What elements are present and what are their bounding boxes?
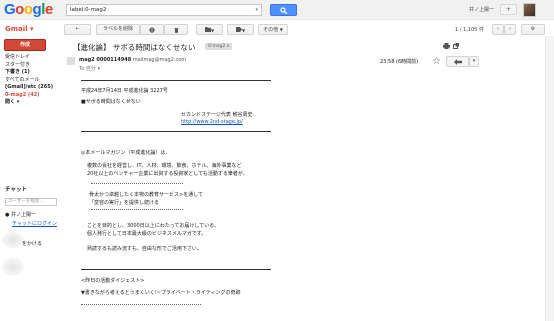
- divider: [81, 80, 271, 81]
- chevron-down-icon: ▼: [210, 28, 215, 33]
- label-chip[interactable]: 0-mag2 x: [205, 43, 233, 50]
- sender-name: mag2 0000114948: [79, 57, 132, 63]
- spam-icon: [149, 26, 155, 33]
- dotted-divider: [91, 183, 183, 184]
- avatar[interactable]: [523, 3, 536, 17]
- gmail-label: Gmail: [5, 25, 28, 33]
- logo-letter: G: [4, 1, 16, 18]
- move-to-button[interactable]: ▼: [196, 24, 223, 35]
- sender-avatar: [67, 57, 75, 65]
- google-logo[interactable]: Google: [4, 1, 53, 18]
- search-value: label:0-mag2: [70, 7, 107, 13]
- reply-button[interactable]: [446, 56, 469, 67]
- sidebar-item-all-mail[interactable]: すべてのメール: [5, 77, 65, 85]
- message-time: 23:58 (6時間前): [380, 59, 419, 65]
- sidebar-item-0-mag2[interactable]: 0-mag2 (42): [5, 92, 65, 100]
- sidebar-item-drafts[interactable]: 下書き (1): [5, 69, 65, 77]
- search-button[interactable]: [270, 4, 297, 16]
- more-label: その他: [263, 27, 279, 33]
- star-icon[interactable]: [433, 57, 440, 64]
- chevron-down-icon: ▼: [241, 28, 246, 33]
- chevron-down-icon: ▾: [30, 25, 34, 33]
- chat-user-status[interactable]: ● 井ノ上陽一: [5, 211, 36, 218]
- print-icon[interactable]: [443, 43, 450, 49]
- chat-contact-avatar[interactable]: [2, 232, 24, 248]
- prev-page-button[interactable]: ‹: [492, 24, 504, 35]
- next-page-button[interactable]: ›: [504, 24, 516, 35]
- gmail-menu[interactable]: Gmail ▾: [5, 25, 34, 33]
- sidebar-item-gmail-etc[interactable]: [Gmail]/etc (265): [5, 84, 65, 92]
- divider: [81, 269, 271, 270]
- body-line: ◎本メールマガジン（平成進化論）は、: [81, 150, 171, 156]
- settings-button[interactable]: ⚙: [521, 24, 545, 35]
- body-line: ■サボる時間はなくせない: [81, 99, 141, 105]
- logo-letter: g: [32, 1, 42, 18]
- remove-label-button[interactable]: ラベルを削除: [96, 24, 140, 35]
- sender-line[interactable]: mag2 0000114948 mailmag@mag2.com: [79, 57, 186, 63]
- share-plus-button[interactable]: +: [500, 4, 517, 15]
- trash-icon: [174, 27, 178, 33]
- search-icon: [280, 7, 288, 14]
- recipient-details[interactable]: To 自分 ▾: [79, 65, 100, 72]
- action-toolbar: Gmail ▾ ← ラベルを削除 ▼ ▼ その他 ▼ 1 / 1,105 件 ‹…: [0, 20, 554, 36]
- chat-search-input[interactable]: ユーザーを検索...: [5, 198, 57, 206]
- message-more-button[interactable]: ▾: [469, 56, 479, 67]
- message-view: 【進化論】 サボる時間はなくせない 0-mag2 x mag2 00001149…: [63, 36, 554, 321]
- chat-call-link[interactable]: をかける: [22, 240, 42, 247]
- logo-letter: o: [23, 1, 33, 18]
- dotted-divider: [81, 304, 201, 305]
- divider: [81, 131, 271, 132]
- chat-login-link[interactable]: チャットにログイン: [12, 220, 57, 227]
- scrollbar[interactable]: [545, 36, 554, 321]
- sidebar-nav: 受信トレイ スター付き 下書き (1) すべてのメール [Gmail]/etc …: [5, 54, 65, 107]
- body-line: 熟読するも読み流すも、自由な形でご活用下さい。: [87, 246, 202, 252]
- search-input[interactable]: label:0-mag2 ▾: [66, 4, 262, 16]
- logo-letter: e: [44, 1, 53, 18]
- gear-icon: ⚙: [530, 26, 536, 32]
- body-line: 「変容の実行」を提供し続ける: [89, 200, 160, 206]
- sidebar-item-more[interactable]: 開く ▾: [5, 99, 65, 107]
- message-subject: 【進化論】 サボる時間はなくせない: [73, 43, 196, 52]
- back-button[interactable]: ←: [64, 24, 91, 35]
- dotted-divider: [91, 209, 183, 210]
- page-count: 1 / 1,105 件: [455, 27, 484, 33]
- more-button[interactable]: その他 ▼: [258, 24, 288, 35]
- delete-button[interactable]: [164, 24, 188, 35]
- logo-letter: o: [15, 1, 24, 18]
- body-line: 複数の会社を経営し、IT、人材、環境、飲食、ホテル、海外事業など: [87, 163, 242, 169]
- body-line: 骨太かつ卓越したく本物の教育サービス>を通して: [89, 192, 204, 198]
- top-bar: Google label:0-mag2 ▾ 井ノ上陽一 +: [0, 0, 554, 20]
- website-link[interactable]: http://www.2nd-stage.jp/: [181, 119, 243, 125]
- chevron-down-icon: ▼: [279, 27, 283, 32]
- body-line: セカンドステージ代表 鮒谷周史: [181, 112, 253, 118]
- body-line: 20社以上のベンチャー企業に出資する投資家としても活動する筆者が、: [87, 171, 248, 177]
- search-options-icon[interactable]: ▾: [255, 5, 258, 15]
- body-line: <昨日の活動ダイジェスト>: [81, 278, 145, 284]
- user-name[interactable]: 井ノ上陽一: [469, 6, 494, 13]
- chat-title: チャット: [5, 187, 27, 193]
- sidebar-item-inbox[interactable]: 受信トレイ: [5, 54, 65, 62]
- labels-button[interactable]: ▼: [227, 24, 254, 35]
- body-line: ▼書きながら考えるとうまくいく!~プライベート・ライティングの奇跡: [81, 290, 241, 296]
- chat-contact-avatar[interactable]: [2, 258, 24, 276]
- sender-email: mailmag@mag2.com: [132, 57, 187, 63]
- body-line: 平成24年7月14日 平成進化論 3227号: [81, 88, 168, 94]
- new-window-icon[interactable]: [453, 43, 459, 49]
- sidebar-item-starred[interactable]: スター付き: [5, 62, 65, 70]
- report-spam-button[interactable]: [140, 24, 164, 35]
- body-line: ことを目的とし、3000日以上にわたってお届けしている、: [87, 223, 220, 229]
- reply-icon: [454, 59, 462, 65]
- body-line: 個人発行として日本最大級のビジネスメルマガです。: [87, 231, 207, 237]
- compose-button[interactable]: 作成: [4, 39, 46, 51]
